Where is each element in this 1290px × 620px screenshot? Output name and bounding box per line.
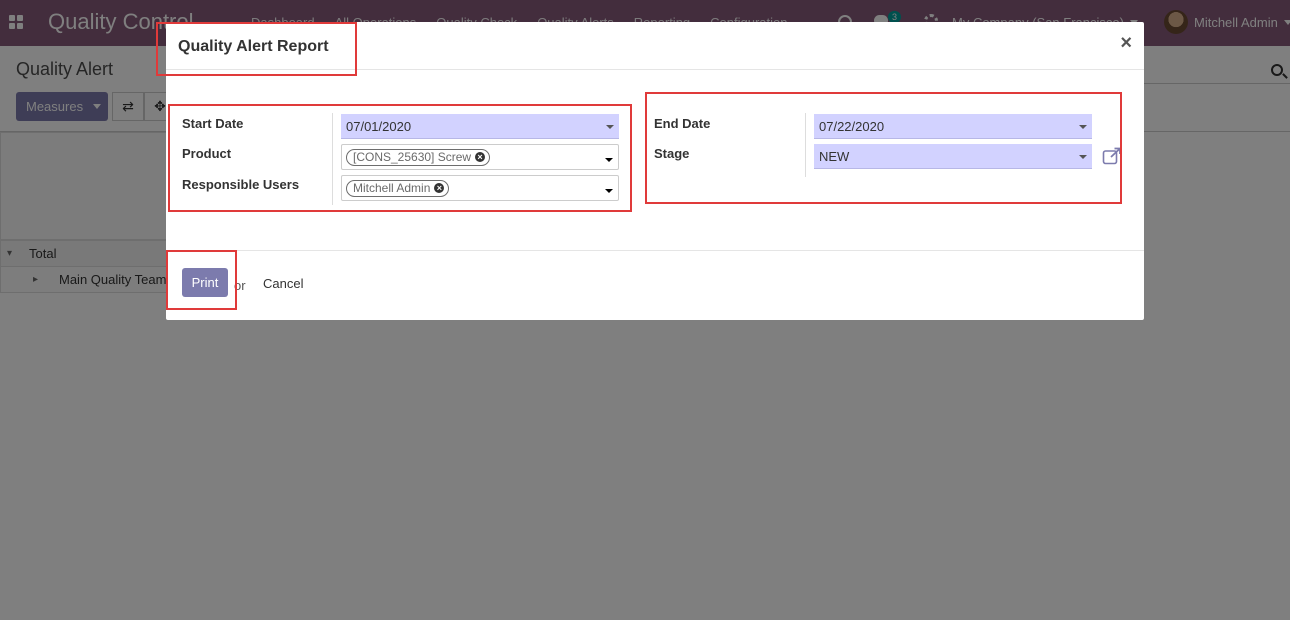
product-label: Product (182, 146, 232, 161)
modal-footer: Print or Cancel (166, 250, 1144, 320)
or-text: or (234, 278, 246, 293)
responsible-user-tag-label: Mitchell Admin (353, 181, 431, 195)
stage-label: Stage (654, 146, 690, 161)
caret-down-icon (1079, 125, 1087, 129)
stage-value: NEW (819, 148, 850, 164)
responsible-users-field[interactable]: Mitchell Admin × (341, 175, 619, 201)
quality-alert-report-dialog: Quality Alert Report × Start Date Produc… (166, 22, 1144, 320)
end-date-value: 07/22/2020 (819, 118, 885, 134)
caret-down-icon (606, 125, 614, 129)
caret-down-icon (605, 158, 613, 162)
responsible-user-tag: Mitchell Admin × (346, 179, 450, 197)
start-date-value: 07/01/2020 (346, 118, 412, 134)
modal-title: Quality Alert Report (178, 38, 329, 55)
caret-down-icon (605, 189, 613, 193)
close-icon[interactable]: × (1120, 33, 1132, 53)
start-date-field[interactable]: 07/01/2020 (341, 114, 619, 139)
start-date-label: Start Date (182, 116, 244, 131)
print-button[interactable]: Print (182, 268, 228, 297)
stage-field[interactable]: NEW (814, 144, 1092, 169)
responsible-users-label: Responsible Users (182, 177, 300, 192)
cancel-button[interactable]: Cancel (263, 276, 303, 291)
product-tag: [CONS_25630] Screw × (346, 148, 491, 166)
external-link-icon[interactable] (1102, 147, 1122, 165)
field-separator (332, 113, 333, 205)
field-separator (805, 113, 806, 177)
modal-header: Quality Alert Report × (166, 22, 1144, 70)
remove-tag-icon[interactable]: × (475, 152, 486, 162)
remove-tag-icon[interactable]: × (434, 183, 445, 193)
end-date-label: End Date (654, 116, 711, 131)
product-tag-label: [CONS_25630] Screw (353, 150, 472, 164)
caret-down-icon (1079, 155, 1087, 159)
product-field[interactable]: [CONS_25630] Screw × (341, 144, 619, 170)
end-date-field[interactable]: 07/22/2020 (814, 114, 1092, 139)
